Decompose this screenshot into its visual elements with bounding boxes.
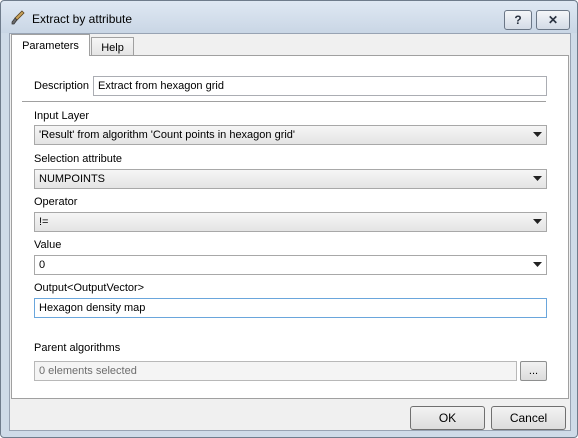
output-label: Output<OutputVector> (34, 282, 145, 294)
selection-attribute-label: Selection attribute (34, 153, 123, 165)
description-value: Extract from hexagon grid (98, 80, 224, 92)
brush-icon (10, 10, 26, 26)
cancel-label: Cancel (509, 411, 548, 425)
title-bar: Extract by attribute ? ✕ (1, 1, 577, 33)
ok-button[interactable]: OK (410, 406, 485, 430)
extract-by-attribute-dialog: Extract by attribute ? ✕ Parameters Help… (0, 0, 578, 438)
chevron-down-icon[interactable] (529, 213, 546, 231)
operator-value: != (39, 216, 49, 228)
tab-parameters[interactable]: Parameters (11, 34, 90, 56)
chevron-down-icon[interactable] (529, 170, 546, 188)
description-field[interactable]: Extract from hexagon grid (93, 76, 547, 96)
tab-label: Parameters (22, 39, 79, 52)
divider (22, 101, 546, 102)
parameters-panel: Description Extract from hexagon grid In… (11, 55, 569, 399)
chevron-down-icon[interactable] (529, 126, 546, 144)
ok-label: OK (438, 411, 457, 425)
operator-combo[interactable]: != (34, 212, 547, 232)
close-icon: ✕ (547, 13, 559, 27)
tab-label: Help (101, 41, 124, 54)
dialog-body: Parameters Help Description Extract from… (9, 33, 571, 431)
input-layer-combo[interactable]: 'Result' from algorithm 'Count points in… (34, 125, 547, 145)
input-layer-value: 'Result' from algorithm 'Count points in… (39, 129, 296, 141)
selection-attribute-combo[interactable]: NUMPOINTS (34, 169, 547, 189)
window-title: Extract by attribute (32, 12, 133, 26)
tab-help[interactable]: Help (91, 37, 134, 57)
value-value: 0 (39, 259, 46, 271)
description-label: Description (34, 80, 90, 92)
context-help-button[interactable]: ? (504, 10, 532, 30)
output-field[interactable]: Hexagon density map (34, 298, 547, 318)
parent-algorithms-value: 0 elements selected (39, 365, 137, 377)
output-value: Hexagon density map (39, 302, 146, 314)
help-icon: ? (514, 13, 522, 27)
value-combo[interactable]: 0 (34, 255, 547, 275)
ellipsis-label: ... (528, 365, 539, 377)
parent-algorithms-field: 0 elements selected (34, 361, 517, 381)
operator-label: Operator (34, 196, 78, 208)
chevron-down-icon[interactable] (529, 256, 546, 274)
selection-attribute-value: NUMPOINTS (39, 173, 105, 185)
cancel-button[interactable]: Cancel (491, 406, 566, 430)
input-layer-label: Input Layer (34, 110, 90, 122)
parent-algorithms-label: Parent algorithms (34, 342, 121, 354)
value-label: Value (34, 239, 62, 251)
close-button[interactable]: ✕ (536, 10, 570, 30)
parent-algorithms-browse-button[interactable]: ... (520, 361, 547, 381)
